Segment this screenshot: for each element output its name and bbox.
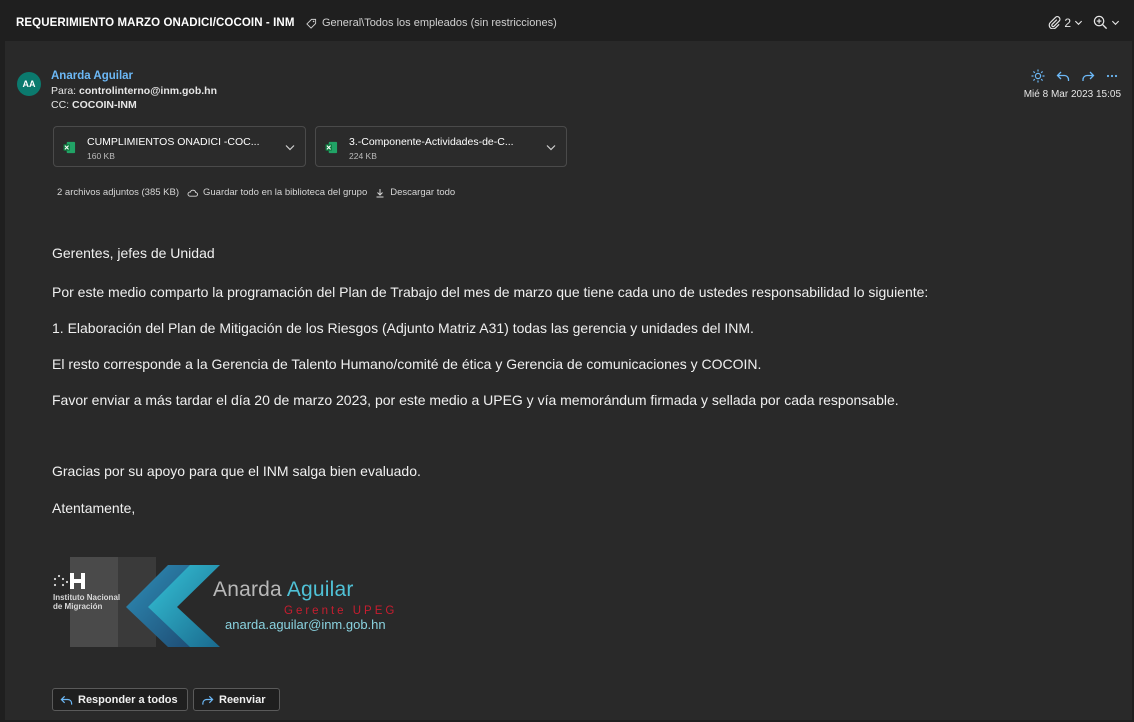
- signature-last-name: Aguilar: [286, 578, 354, 601]
- attachment-size: 160 KB: [87, 151, 115, 161]
- attachment-name: CUMPLIMIENTOS ONADICI -COC...: [87, 136, 260, 148]
- zoom-dropdown[interactable]: [1093, 15, 1120, 30]
- attachment-card[interactable]: 3.-Componente-Actividades-de-C... 224 KB: [315, 126, 567, 167]
- sensitivity-label-text: General\Todos los empleados (sin restric…: [322, 17, 557, 29]
- to-line: Para: controlinterno@inm.gob.hn: [51, 85, 217, 97]
- cc-address[interactable]: COCOIN-INM: [72, 99, 137, 111]
- reply-icon[interactable]: [1056, 69, 1070, 83]
- cc-prefix: CC:: [51, 99, 70, 111]
- download-icon: [376, 188, 384, 197]
- reply-all-button[interactable]: Responder a todos: [52, 688, 188, 711]
- chevron-down-icon[interactable]: [545, 141, 557, 153]
- attachment-name: 3.-Componente-Actividades-de-C...: [349, 136, 514, 148]
- forward-icon[interactable]: [1081, 69, 1095, 83]
- excel-file-icon: [325, 141, 338, 154]
- sender-name[interactable]: Anarda Aguilar: [51, 70, 133, 82]
- chevron-down-icon: [1074, 20, 1083, 26]
- reply-all-label: Responder a todos: [78, 693, 178, 706]
- institution-line: de Migración: [53, 602, 103, 611]
- message-subject: REQUERIMIENTO MARZO ONADICI/COCOIN - INM: [16, 17, 295, 29]
- avatar[interactable]: AA: [17, 72, 41, 96]
- more-options-icon[interactable]: [1106, 69, 1118, 83]
- institution-name: Instituto Nacional de Migración: [53, 593, 120, 611]
- cc-line: CC: COCOIN-INM: [51, 99, 137, 111]
- signature-title: Gerente UPEG: [284, 605, 398, 617]
- body-greeting: Gerentes, jefes de Unidad: [52, 245, 215, 261]
- download-all-label: Descargar todo: [390, 187, 456, 198]
- attachment-summary: 2 archivos adjuntos (385 KB) Guardar tod…: [57, 187, 455, 198]
- cloud-icon: [187, 189, 198, 197]
- forward-button[interactable]: Reenviar: [193, 688, 280, 711]
- reply-all-icon: [60, 695, 73, 705]
- body-paragraph: Por este medio comparto la programación …: [52, 284, 929, 300]
- header-tools: 2: [1048, 15, 1120, 30]
- body-closing: Atentamente,: [52, 500, 136, 516]
- forward-icon: [202, 695, 214, 705]
- message-header-bar: REQUERIMIENTO MARZO ONADICI/COCOIN - INM…: [5, 5, 1132, 41]
- signature-email[interactable]: anarda.aguilar@inm.gob.hn: [225, 617, 386, 632]
- sensitivity-label[interactable]: General\Todos los empleados (sin restric…: [306, 17, 557, 29]
- sun-icon[interactable]: [1031, 69, 1045, 83]
- reading-pane: REQUERIMIENTO MARZO ONADICI/COCOIN - INM…: [5, 5, 1132, 720]
- body-paragraph: El resto corresponde a la Gerencia de Ta…: [52, 356, 762, 372]
- to-prefix: Para:: [51, 85, 77, 97]
- signature-first-name: Anarda: [213, 578, 282, 601]
- save-all-label: Guardar todo en la biblioteca del grupo: [202, 187, 368, 198]
- label-tag-icon: [306, 18, 317, 29]
- body-paragraph: Gracias por su apoyo para que el INM sal…: [52, 463, 421, 479]
- chevron-down-icon: [1111, 20, 1120, 26]
- forward-label: Reenviar: [219, 693, 266, 706]
- save-all-link[interactable]: Guardar todo en la biblioteca del grupo: [187, 187, 367, 198]
- body-paragraph: 1. Elaboración del Plan de Mitigación de…: [52, 320, 754, 336]
- attachment-summary-text: 2 archivos adjuntos (385 KB): [57, 187, 179, 198]
- download-all-link[interactable]: Descargar todo: [375, 187, 455, 198]
- message-actions: [1031, 69, 1118, 83]
- to-address[interactable]: controlinterno@inm.gob.hn: [79, 85, 217, 97]
- institution-line: Instituto Nacional: [53, 593, 121, 602]
- paperclip-icon: [1048, 16, 1061, 29]
- attachment-count: 2: [1064, 15, 1071, 30]
- attachment-card[interactable]: CUMPLIMIENTOS ONADICI -COC... 160 KB: [53, 126, 306, 167]
- excel-file-icon: [63, 141, 76, 154]
- signature-name: Anarda Aguilar: [213, 578, 354, 602]
- attachment-size: 224 KB: [349, 151, 377, 161]
- body-paragraph: Favor enviar a más tardar el día 20 de m…: [52, 392, 899, 408]
- message-date: Mié 8 Mar 2023 15:05: [1023, 89, 1121, 100]
- zoom-in-icon: [1093, 15, 1108, 30]
- chevron-down-icon[interactable]: [284, 141, 296, 153]
- attachments-dropdown[interactable]: 2: [1048, 16, 1083, 30]
